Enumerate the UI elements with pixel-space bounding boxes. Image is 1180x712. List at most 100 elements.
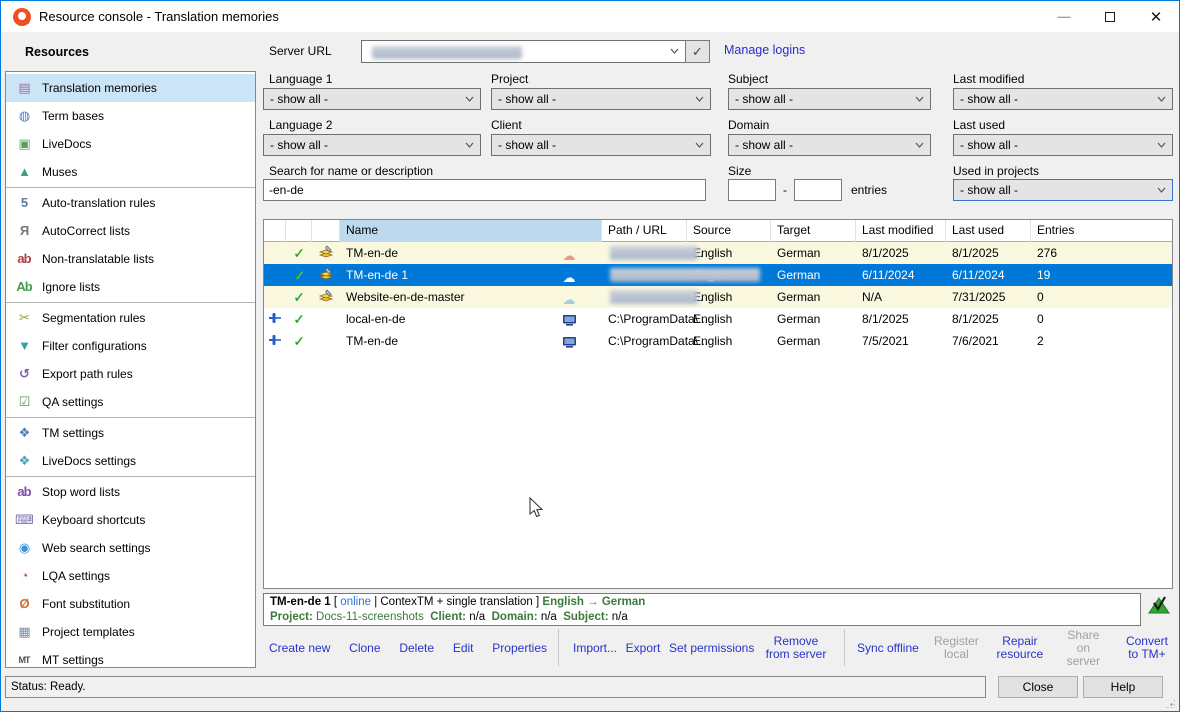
- sidebar-item-export-path-rules[interactable]: ↺ Export path rules: [6, 360, 255, 388]
- sidebar-item-translation-memories[interactable]: ▤ Translation memories: [6, 74, 255, 102]
- last-used-select[interactable]: - show all -: [953, 134, 1173, 156]
- sidebar-item-mt-settings[interactable]: MT MT settings: [6, 646, 255, 674]
- name-column-header[interactable]: Name: [340, 220, 602, 242]
- filter-configurations-icon: ▼: [14, 337, 34, 355]
- pin-column-header[interactable]: [264, 220, 286, 242]
- sidebar-item-label: LiveDocs settings: [42, 454, 136, 468]
- last-used-value: 8/1/2025: [946, 246, 1031, 260]
- sidebar-item-web-search-settings[interactable]: ◉ Web search settings: [6, 534, 255, 562]
- sidebar-item-stop-word-lists[interactable]: ab Stop word lists: [6, 478, 255, 506]
- qa-settings-icon: ☑: [14, 393, 34, 411]
- sidebar-item-livedocs-settings[interactable]: ❖ LiveDocs settings: [6, 447, 255, 475]
- language2-value: - show all -: [270, 138, 328, 152]
- sidebar-item-term-bases[interactable]: ◍ Term bases: [6, 102, 255, 130]
- language2-select[interactable]: - show all -: [263, 134, 481, 156]
- repair-resource-button[interactable]: Repair resource: [994, 635, 1046, 661]
- toolbar-group-general: Create new Clone Delete Edit Properties: [269, 631, 547, 665]
- entries-value: 19: [1031, 268, 1173, 282]
- subject-label: Subject: [728, 72, 768, 86]
- title-bar[interactable]: Resource console - Translation memories …: [1, 1, 1179, 32]
- properties-button[interactable]: Properties: [492, 642, 547, 655]
- sidebar-item-font-substitution[interactable]: Ø Font substitution: [6, 590, 255, 618]
- close-button[interactable]: Close: [998, 676, 1078, 698]
- last-modified-value: N/A: [856, 290, 946, 304]
- server-url-combobox[interactable]: [361, 40, 686, 63]
- table-row[interactable]: ✓ TM-en-de C:\ProgramData\... English Ge…: [264, 330, 1172, 352]
- maximize-icon: [1105, 12, 1115, 22]
- tm-name: TM-en-de: [346, 334, 398, 348]
- last-modified-select[interactable]: - show all -: [953, 88, 1173, 110]
- table-row[interactable]: ✓ local-en-de C:\ProgramData\... English…: [264, 308, 1172, 330]
- sidebar-item-ignore-lists[interactable]: Ab Ignore lists: [6, 273, 255, 301]
- connect-server-button[interactable]: ✓: [685, 40, 710, 63]
- target-language: German: [771, 312, 856, 326]
- minimize-button[interactable]: —: [1041, 1, 1087, 32]
- client-select[interactable]: - show all -: [491, 134, 711, 156]
- delete-button[interactable]: Delete: [399, 642, 434, 655]
- sidebar-item-autocorrect-lists[interactable]: Я AutoCorrect lists: [6, 217, 255, 245]
- sidebar-item-project-templates[interactable]: ▦ Project templates: [6, 618, 255, 646]
- register-local-button[interactable]: Register local: [932, 635, 980, 661]
- entries-column-header[interactable]: Entries: [1031, 220, 1173, 242]
- subject-select[interactable]: - show all -: [728, 88, 931, 110]
- sidebar-item-qa-settings[interactable]: ☑ QA settings: [6, 388, 255, 416]
- share-on-server-button[interactable]: Share on server: [1059, 629, 1107, 668]
- domain-value: - show all -: [735, 138, 793, 152]
- sidebar-item-label: Segmentation rules: [42, 311, 145, 325]
- remove-from-server-button[interactable]: Remove from server: [763, 635, 829, 661]
- domain-select[interactable]: - show all -: [728, 134, 931, 156]
- size-max-input[interactable]: [794, 179, 842, 201]
- source-column-header[interactable]: Source: [687, 220, 771, 242]
- table-row-selected[interactable]: ✓ TM-en-de 1☁ English German 6/11/2024 6…: [264, 264, 1172, 286]
- maximize-button[interactable]: [1087, 1, 1133, 32]
- set-permissions-button[interactable]: Set permissions: [669, 642, 754, 655]
- language1-select[interactable]: - show all -: [263, 88, 481, 110]
- last-used-column-header[interactable]: Last used: [946, 220, 1031, 242]
- sidebar-item-segmentation-rules[interactable]: ✂ Segmentation rules: [6, 304, 255, 332]
- sidebar-item-lqa-settings[interactable]: ◔ LQA settings: [6, 562, 255, 590]
- sidebar-item-label: QA settings: [42, 395, 103, 409]
- edit-button[interactable]: Edit: [453, 642, 474, 655]
- used-in-projects-select[interactable]: - show all -: [953, 179, 1173, 201]
- sidebar-item-non-translatable-lists[interactable]: ab Non-translatable lists: [6, 245, 255, 273]
- term-bases-icon: ◍: [14, 107, 34, 125]
- table-row[interactable]: ✓ TM-en-de☁ . English German 8/1/2025 8/…: [264, 242, 1172, 264]
- chevron-down-icon: [915, 96, 924, 102]
- sidebar-item-auto-translation-rules[interactable]: 5 Auto-translation rules: [6, 189, 255, 217]
- toolbar-divider: [844, 629, 845, 666]
- sidebar-item-muses[interactable]: ▲ Muses: [6, 158, 255, 186]
- path-column-header[interactable]: Path / URL: [602, 220, 687, 242]
- clone-button[interactable]: Clone: [349, 642, 380, 655]
- target-column-header[interactable]: Target: [771, 220, 856, 242]
- import-button[interactable]: Import...: [573, 642, 617, 655]
- target-language: German: [771, 246, 856, 260]
- size-label: Size: [728, 164, 751, 178]
- sidebar-item-filter-configurations[interactable]: ▼ Filter configurations: [6, 332, 255, 360]
- info-subject-value: n/a: [612, 611, 628, 623]
- sidebar-item-tm-settings[interactable]: ❖ TM settings: [6, 419, 255, 447]
- create-new-button[interactable]: Create new: [269, 642, 330, 655]
- project-select[interactable]: - show all -: [491, 88, 711, 110]
- export-button[interactable]: Export: [626, 642, 661, 655]
- info-type: | ContexTM + single translation ]: [371, 596, 542, 608]
- resize-grip[interactable]: [1166, 699, 1175, 708]
- help-button[interactable]: Help: [1083, 676, 1163, 698]
- export-path-rules-icon: ↺: [14, 365, 34, 383]
- entries-value: 0: [1031, 312, 1173, 326]
- convert-to-tm-plus-button[interactable]: Convert to TM+: [1121, 635, 1173, 661]
- last-modified-column-header[interactable]: Last modified: [856, 220, 946, 242]
- type-column-header[interactable]: [312, 220, 340, 242]
- close-window-button[interactable]: ✕: [1133, 1, 1179, 32]
- size-min-input[interactable]: [728, 179, 776, 201]
- sidebar-item-keyboard-shortcuts[interactable]: ⌨ Keyboard shortcuts: [6, 506, 255, 534]
- table-row[interactable]: ✓ Website-en-de-master☁ . English German…: [264, 286, 1172, 308]
- search-input[interactable]: [263, 179, 706, 201]
- check-icon: ✓: [286, 289, 312, 306]
- size-dash: -: [783, 183, 787, 197]
- status-column-header[interactable]: [286, 220, 312, 242]
- sidebar-item-livedocs[interactable]: ▣ LiveDocs: [6, 130, 255, 158]
- manage-logins-link[interactable]: Manage logins: [724, 43, 805, 57]
- last-modified-label: Last modified: [953, 72, 1024, 86]
- sync-offline-button[interactable]: Sync offline: [857, 642, 919, 655]
- check-icon: ✓: [286, 311, 312, 328]
